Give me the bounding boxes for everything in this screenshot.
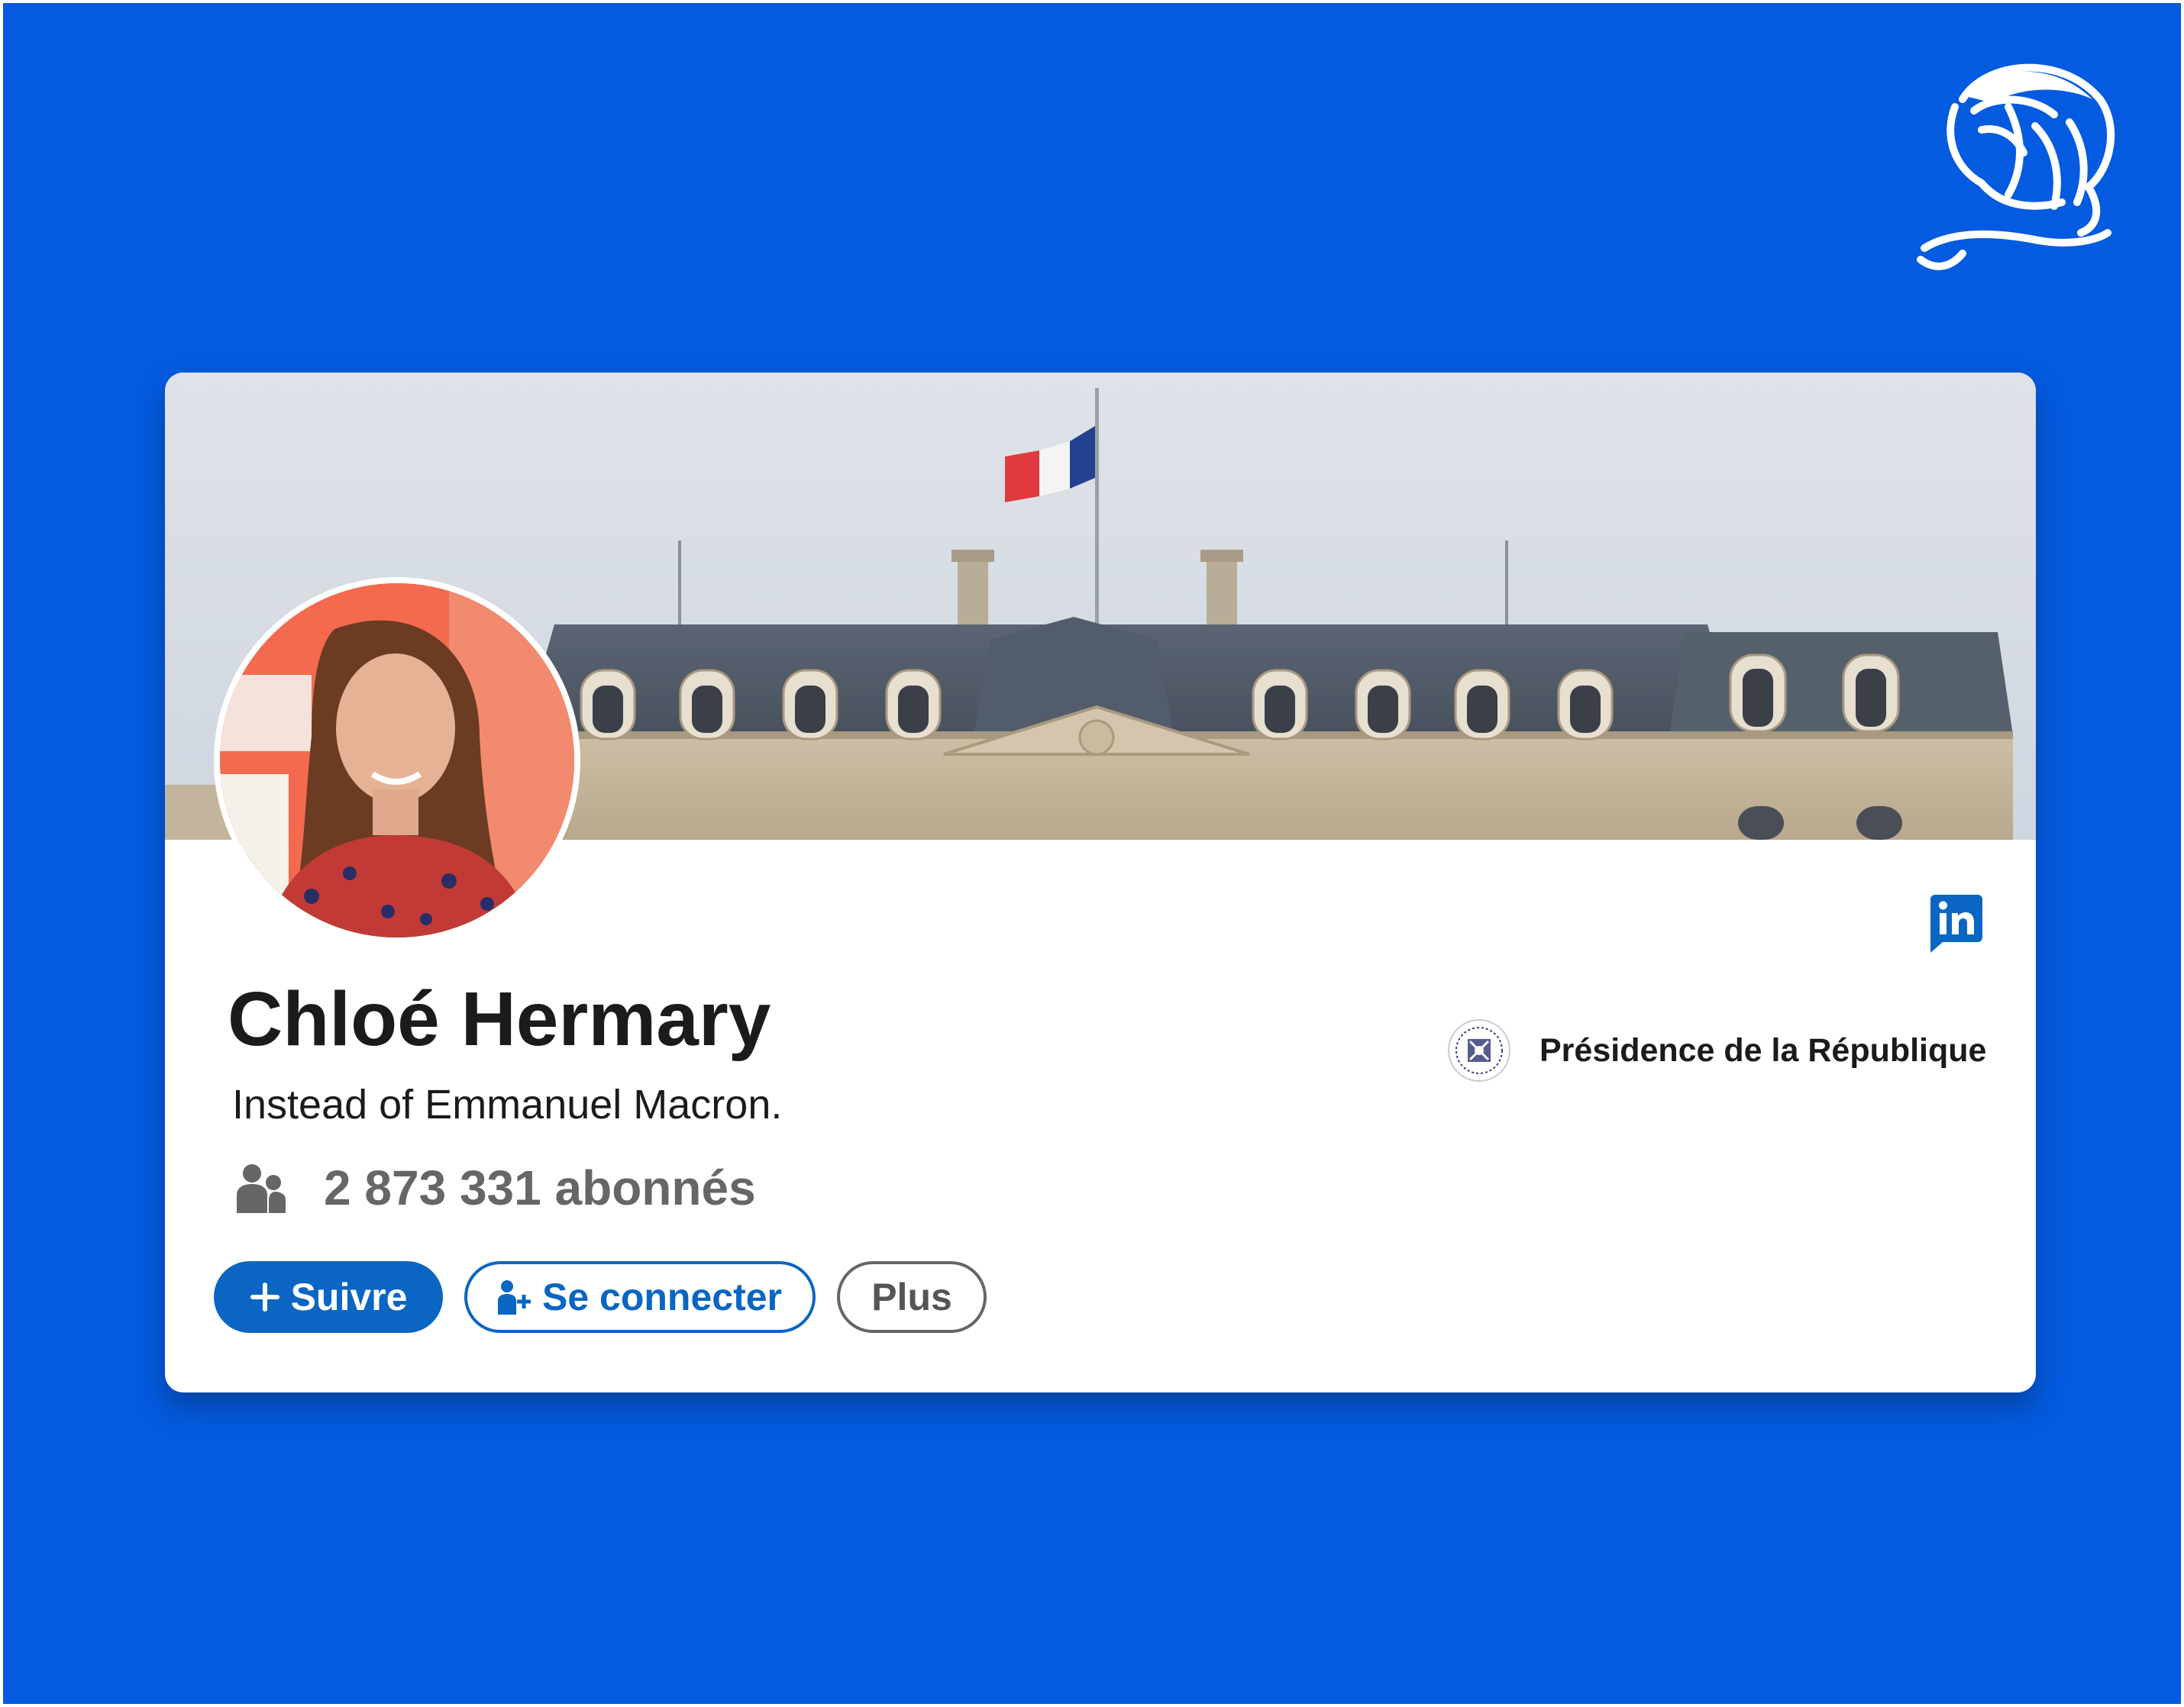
follow-button[interactable]: Suivre (214, 1261, 443, 1333)
linkedin-icon[interactable] (1930, 895, 1982, 953)
followers-count: 2 873 331 abonnés (324, 1160, 756, 1215)
profile-avatar[interactable] (214, 577, 580, 944)
profile-name: Chloé Hermary (228, 976, 771, 1062)
organization-seal-icon (1448, 1019, 1510, 1082)
profile-headline: Instead of Emmanuel Macron. (232, 1082, 783, 1128)
lion-logo (1917, 63, 2115, 270)
organization[interactable]: Présidence de la République (1445, 1012, 1986, 1089)
more-button[interactable]: Plus (837, 1261, 987, 1333)
profile-actions: Suivre Se connecter Plus (214, 1261, 1008, 1333)
people-icon (237, 1164, 286, 1213)
follow-label: Suivre (290, 1276, 408, 1318)
more-label: Plus (871, 1276, 952, 1318)
profile-card: Chloé Hermary Instead of Emmanuel Macron… (165, 373, 2036, 1392)
followers-row: 2 873 331 abonnés (235, 1157, 756, 1218)
plus-icon (250, 1282, 280, 1312)
connect-label: Se connecter (541, 1276, 782, 1318)
organization-name: Présidence de la République (1539, 1031, 1987, 1069)
connect-button[interactable]: Se connecter (464, 1261, 816, 1333)
add-person-icon (497, 1279, 531, 1315)
